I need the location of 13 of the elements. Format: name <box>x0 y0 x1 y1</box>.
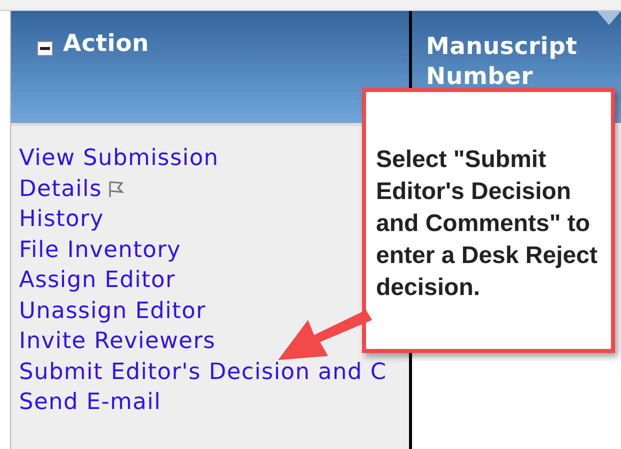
action-link[interactable]: Details <box>19 176 102 202</box>
action-link[interactable]: View Submission <box>19 145 219 172</box>
action-link[interactable]: Unassign Editor <box>19 298 206 324</box>
collapse-icon[interactable] <box>37 41 53 56</box>
action-link[interactable]: Send E-mail <box>19 389 162 416</box>
action-link[interactable]: Invite Reviewers <box>19 328 216 354</box>
callout-text: Select "Submit Editor's Decision and Comments" to enter a Desk Reject decision. <box>376 145 598 303</box>
action-link[interactable]: Submit Editor's Decision and C <box>19 358 387 385</box>
action-link[interactable]: File Inventory <box>19 236 182 263</box>
column-header[interactable]: Action <box>11 11 409 123</box>
action-link[interactable]: History <box>19 206 104 232</box>
sort-icon[interactable] <box>597 11 621 25</box>
action-link[interactable]: Assign Editor <box>19 267 176 294</box>
